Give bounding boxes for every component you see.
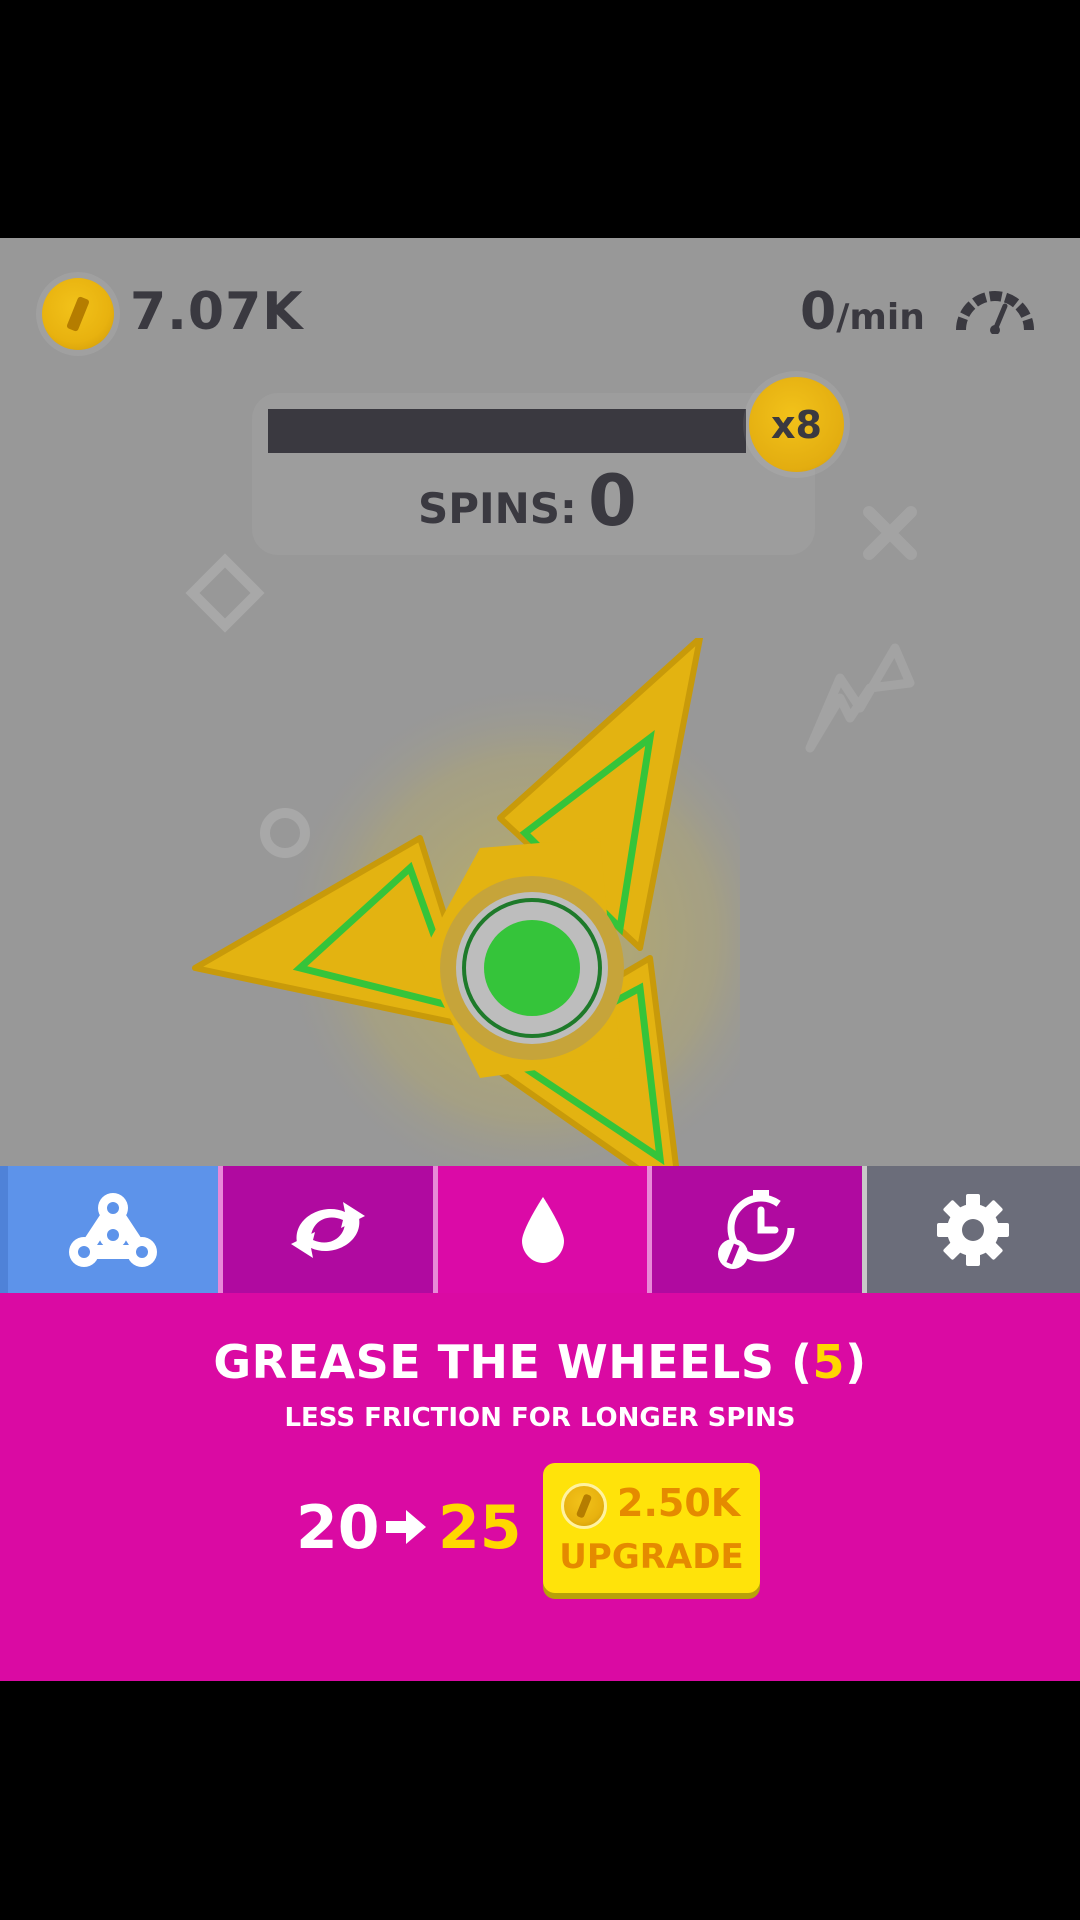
spin-rate-value: 0 bbox=[800, 282, 837, 342]
spins-label: SPINS: bbox=[418, 484, 577, 533]
bolt-decoration bbox=[805, 643, 915, 753]
next-value: 25 bbox=[438, 1493, 522, 1563]
gear-icon bbox=[937, 1193, 1010, 1266]
spin-progress-bar bbox=[268, 409, 746, 453]
spin-rate-unit: /min bbox=[836, 297, 925, 338]
spins-value: 0 bbox=[588, 460, 637, 542]
upgrade-button-label: UPGRADE bbox=[559, 1537, 744, 1577]
diamond-decoration bbox=[185, 553, 265, 633]
oil-drop-icon bbox=[521, 1196, 564, 1263]
multiplier-badge: x8 bbox=[749, 377, 844, 472]
refresh-arrows-icon bbox=[291, 1201, 366, 1258]
upgrade-title: GREASE THE WHEELS (5) bbox=[0, 1335, 1080, 1389]
timer-coin-icon bbox=[717, 1189, 795, 1269]
tab-bar bbox=[0, 1166, 1080, 1293]
tab-refresh[interactable] bbox=[218, 1166, 433, 1293]
current-value: 20 bbox=[296, 1493, 380, 1563]
upgrade-title-end: ) bbox=[845, 1335, 867, 1389]
tab-settings[interactable] bbox=[861, 1166, 1080, 1293]
coin-balance: 7.07K bbox=[130, 282, 304, 342]
fidget-spinner[interactable] bbox=[180, 638, 740, 1198]
upgrade-button[interactable]: 2.50K UPGRADE bbox=[543, 1463, 760, 1593]
cross-decoration bbox=[863, 506, 917, 560]
arrow-right-icon bbox=[386, 1510, 426, 1544]
tab-offline-earnings[interactable] bbox=[647, 1166, 862, 1293]
speedometer-icon[interactable] bbox=[955, 290, 1035, 334]
upgrade-price: 2.50K bbox=[617, 1481, 741, 1525]
coin-icon bbox=[561, 1483, 607, 1529]
upgrade-panel: GREASE THE WHEELS (5) LESS FRICTION FOR … bbox=[0, 1293, 1080, 1681]
spin-rate: 0/min bbox=[800, 282, 925, 342]
fidget-spinner-icon bbox=[69, 1192, 158, 1267]
tab-grease[interactable] bbox=[432, 1166, 648, 1293]
upgrade-description: LESS FRICTION FOR LONGER SPINS bbox=[284, 1403, 796, 1433]
upgrade-title-text: GREASE THE WHEELS ( bbox=[213, 1335, 813, 1389]
tab-spinners[interactable] bbox=[0, 1166, 219, 1293]
coin-icon bbox=[42, 278, 114, 350]
upgrade-level: 5 bbox=[812, 1335, 846, 1389]
